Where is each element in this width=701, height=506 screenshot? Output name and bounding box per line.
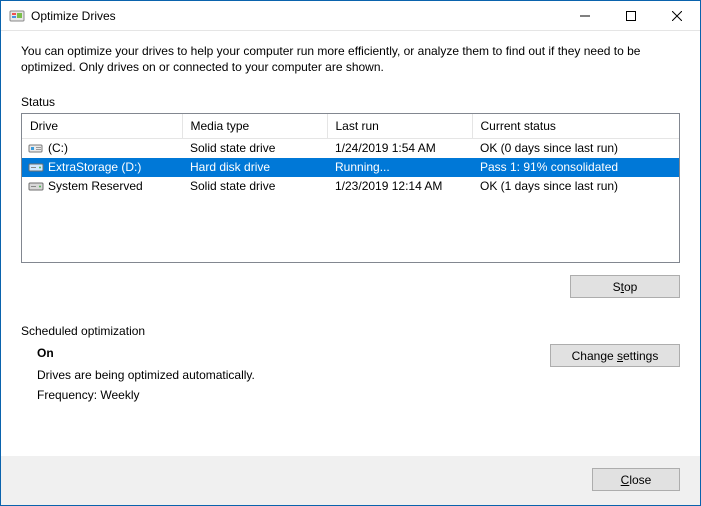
footer: Close: [1, 456, 700, 505]
media-cell: Hard disk drive: [182, 158, 327, 177]
status-label: Status: [21, 95, 680, 109]
table-action-row: Stop: [21, 275, 680, 298]
stop-button[interactable]: Stop: [570, 275, 680, 298]
col-drive[interactable]: Drive: [22, 114, 182, 138]
app-icon: [9, 8, 25, 24]
schedule-frequency: Frequency: Weekly: [37, 388, 550, 402]
status-cell: OK (1 days since last run): [472, 177, 679, 196]
content-area: You can optimize your drives to help you…: [1, 31, 700, 456]
table-row[interactable]: (C:) Solid state drive1/24/2019 1:54 AMOK…: [22, 138, 679, 158]
status-cell: Pass 1: 91% consolidated: [472, 158, 679, 177]
maximize-button[interactable]: [608, 1, 654, 31]
table-row[interactable]: ExtraStorage (D:) Hard disk driveRunning.…: [22, 158, 679, 177]
schedule-state: On: [37, 346, 550, 360]
ssd-icon: [28, 140, 44, 156]
change-settings-button[interactable]: Change settings: [550, 344, 680, 367]
last-run-cell: 1/24/2019 1:54 AM: [327, 138, 472, 158]
window-title: Optimize Drives: [31, 9, 116, 23]
drive-name: ExtraStorage (D:): [48, 160, 141, 174]
drive-name: System Reserved: [48, 179, 143, 193]
hdd-icon: [28, 178, 44, 194]
media-cell: Solid state drive: [182, 138, 327, 158]
drive-cell: (C:): [22, 139, 182, 158]
drive-cell: System Reserved: [22, 177, 182, 196]
status-cell: OK (0 days since last run): [472, 138, 679, 158]
col-current-status[interactable]: Current status: [472, 114, 679, 138]
col-last-run[interactable]: Last run: [327, 114, 472, 138]
intro-text: You can optimize your drives to help you…: [21, 43, 680, 75]
scheduled-optimization-block: On Drives are being optimized automatica…: [21, 344, 680, 408]
schedule-desc: Drives are being optimized automatically…: [37, 368, 550, 382]
close-window-button[interactable]: [654, 1, 700, 31]
table-header-row: Drive Media type Last run Current status: [22, 114, 679, 138]
drives-table[interactable]: Drive Media type Last run Current status…: [22, 114, 679, 196]
drive-name: (C:): [48, 141, 68, 155]
last-run-cell: 1/23/2019 12:14 AM: [327, 177, 472, 196]
table-row[interactable]: System Reserved Solid state drive1/23/201…: [22, 177, 679, 196]
drives-table-container: Drive Media type Last run Current status…: [21, 113, 680, 263]
last-run-cell: Running...: [327, 158, 472, 177]
hdd-icon: [28, 159, 44, 175]
titlebar: Optimize Drives: [1, 1, 700, 31]
media-cell: Solid state drive: [182, 177, 327, 196]
drive-cell: ExtraStorage (D:): [22, 158, 182, 177]
col-media[interactable]: Media type: [182, 114, 327, 138]
scheduled-optimization-label: Scheduled optimization: [21, 324, 680, 338]
minimize-button[interactable]: [562, 1, 608, 31]
close-button[interactable]: Close: [592, 468, 680, 491]
